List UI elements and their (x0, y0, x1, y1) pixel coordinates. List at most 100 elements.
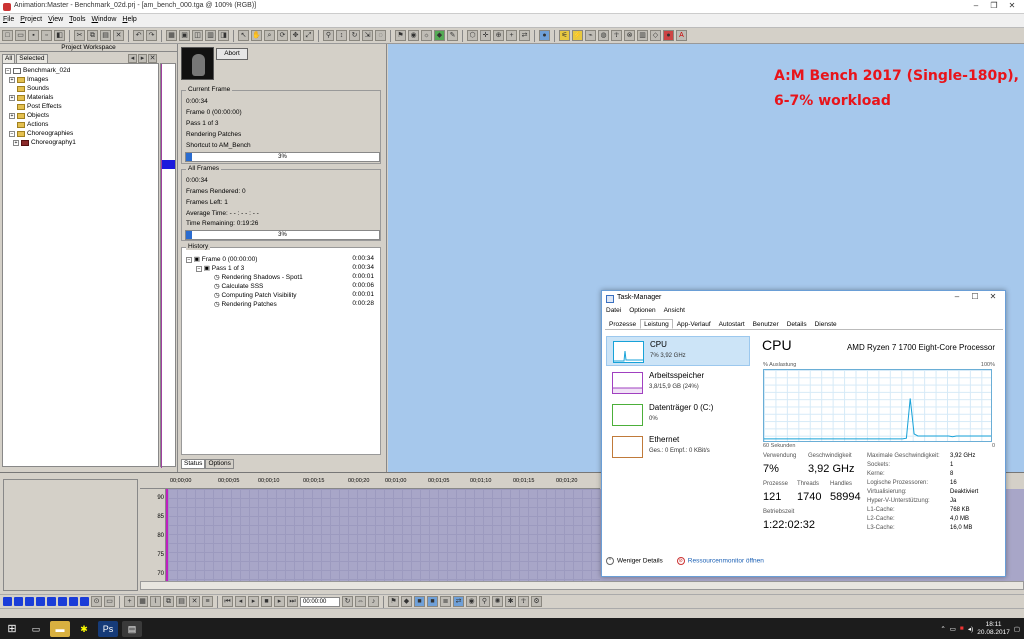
resource-monitor-link[interactable]: ⊘ Ressourcenmonitor öffnen (676, 557, 764, 565)
tab-status[interactable]: Status (181, 459, 206, 469)
resource-memory[interactable]: Arbeitsspeicher 3,8/15,9 GB (24%) (606, 368, 750, 398)
key-pose-icon[interactable] (36, 597, 45, 606)
skeleton-icon[interactable]: ☥ (611, 30, 622, 41)
tree-item-choreographies[interactable]: − Choreographies (9, 129, 73, 138)
tm-menu-ansicht[interactable]: Ansicht (664, 307, 685, 314)
delete-key-icon[interactable]: ✕ (189, 596, 200, 607)
menu-file[interactable]: File (0, 14, 17, 25)
stack-icon[interactable]: ≣ (440, 596, 451, 607)
resource-disk[interactable]: Datenträger 0 (C:) 0% (606, 400, 750, 430)
camera-icon[interactable]: ◉ (408, 30, 419, 41)
tree-item-project[interactable]: − Benchmark_02d (5, 66, 70, 75)
history-row[interactable]: ◷ Calculate SSS (214, 282, 263, 290)
text-tool-icon[interactable]: A (676, 30, 687, 41)
close-icon[interactable]: ✕ (1004, 1, 1020, 13)
explorer-icon[interactable]: ▬ (50, 620, 70, 637)
light-icon[interactable]: ☼ (421, 30, 432, 41)
undo-icon[interactable]: ↶ (133, 30, 144, 41)
plus-icon[interactable]: + (506, 30, 517, 41)
antivirus-icon[interactable]: ■ (960, 625, 964, 632)
collapse-icon[interactable]: − (9, 130, 15, 137)
dope-icon[interactable]: ▦ (137, 596, 148, 607)
history-row[interactable]: ◷ Computing Patch Visibility (214, 291, 297, 299)
bone-icon[interactable]: ⚲ (323, 30, 334, 41)
prev-frame-icon[interactable]: ◂ (235, 596, 246, 607)
scroll-left-icon[interactable]: ◂ (128, 54, 137, 63)
timeline-grid[interactable] (166, 489, 600, 581)
walk-icon[interactable]: ⚲ (479, 596, 490, 607)
history-row[interactable]: − ▣ Pass 1 of 3 (196, 264, 244, 272)
tm-maximize-icon[interactable]: ☐ (967, 292, 983, 304)
key-rotate-icon[interactable] (58, 597, 67, 606)
menu-view[interactable]: View (45, 14, 66, 25)
volume-icon[interactable]: ◂) (968, 625, 973, 633)
constraint-icon[interactable]: ⊗ (624, 30, 635, 41)
tm-minimize-icon[interactable]: – (949, 292, 965, 304)
first-frame-icon[interactable]: ⏮ (222, 596, 233, 607)
range-icon[interactable]: ⇔ (355, 596, 366, 607)
workspace-close-icon[interactable]: ✕ (148, 54, 157, 63)
next-frame-icon[interactable]: ▸ (274, 596, 285, 607)
tree-item-sounds[interactable]: Sounds (17, 84, 49, 93)
timeline-ruler[interactable]: 00;00;00 00;00;05 00;00;10 00;00;15 00;0… (140, 477, 600, 489)
tab-details[interactable]: Details (783, 319, 811, 329)
figure-icon[interactable]: ☥ (518, 596, 529, 607)
wand-icon[interactable]: ✱ (505, 596, 516, 607)
paste-icon[interactable]: ▤ (100, 30, 111, 41)
settings-icon[interactable]: ⚙ (531, 596, 542, 607)
tm-menu-datei[interactable]: Datei (606, 307, 621, 314)
key-lock-icon[interactable]: ▭ (104, 596, 115, 607)
grid-icon[interactable]: ▦ (166, 30, 177, 41)
move-icon[interactable]: ✥ (290, 30, 301, 41)
lightning-icon[interactable]: ⚡ (572, 30, 583, 41)
expand-icon[interactable]: + (9, 112, 15, 119)
muscle-icon[interactable]: ⌁ (585, 30, 596, 41)
timeline-scrollbar[interactable] (140, 581, 1024, 590)
ctc-icon[interactable]: ≡ (202, 596, 213, 607)
tm-close-icon[interactable]: ✕ (985, 292, 1001, 304)
tree-item-materials[interactable]: + Materials (9, 93, 53, 102)
channel-icon[interactable]: + (124, 596, 135, 607)
eye-icon[interactable]: ◉ (466, 596, 477, 607)
key-muscle-icon[interactable] (25, 597, 34, 606)
redo-icon[interactable]: ↷ (146, 30, 157, 41)
expand-icon[interactable]: + (9, 76, 15, 83)
view-icon[interactable]: ◫ (192, 30, 203, 41)
copy-key-icon[interactable]: ⧉ (163, 596, 174, 607)
translate-icon[interactable]: ↕ (336, 30, 347, 41)
network-icon[interactable]: ▭ (950, 625, 956, 633)
tab-leistung[interactable]: Leistung (640, 319, 673, 329)
last-frame-icon[interactable]: ⏭ (287, 596, 298, 607)
key-scale-icon[interactable] (69, 597, 78, 606)
menu-window[interactable]: Window (89, 14, 120, 25)
key-filter-icon[interactable]: ⊙ (91, 596, 102, 607)
key-model-icon[interactable] (3, 597, 12, 606)
bookmark-icon[interactable]: ⚑ (388, 596, 399, 607)
tree-item-post-effects[interactable]: Post Effects (17, 102, 62, 111)
keyframe-icon[interactable]: ◇ (650, 30, 661, 41)
tree-item-objects[interactable]: + Objects (9, 111, 49, 120)
key-bones-icon[interactable] (14, 597, 23, 606)
tab-autostart[interactable]: Autostart (715, 319, 749, 329)
turn-icon[interactable]: ⟳ (277, 30, 288, 41)
lock-icon[interactable]: ▥ (637, 30, 648, 41)
expand-icon[interactable]: + (9, 94, 15, 101)
mute-icon[interactable]: ◌ (375, 30, 386, 41)
shortcut-icon[interactable]: ◆ (434, 30, 445, 41)
stop-icon[interactable]: ■ (261, 596, 272, 607)
paste-key-icon[interactable]: ▤ (176, 596, 187, 607)
cube-view-icon[interactable]: ■ (414, 596, 425, 607)
frame-input[interactable]: 00:00:00 (300, 596, 340, 607)
task-view-icon[interactable]: ▭ (26, 621, 46, 637)
collapse-icon[interactable]: − (5, 67, 11, 74)
hand-icon[interactable]: ✋ (251, 30, 262, 41)
resource-ethernet[interactable]: Ethernet Ges.: 0 Empf.: 0 KBit/s (606, 432, 750, 462)
tab-benutzer[interactable]: Benutzer (749, 319, 783, 329)
photoshop-icon[interactable]: Ps (98, 620, 118, 637)
sound-icon[interactable]: ♪ (368, 596, 379, 607)
cut-icon[interactable]: ✂ (74, 30, 85, 41)
menu-project[interactable]: Project (17, 14, 45, 25)
menu-tools[interactable]: Tools (66, 14, 88, 25)
new-icon[interactable]: □ (2, 30, 13, 41)
abort-button[interactable]: Abort (216, 48, 248, 60)
